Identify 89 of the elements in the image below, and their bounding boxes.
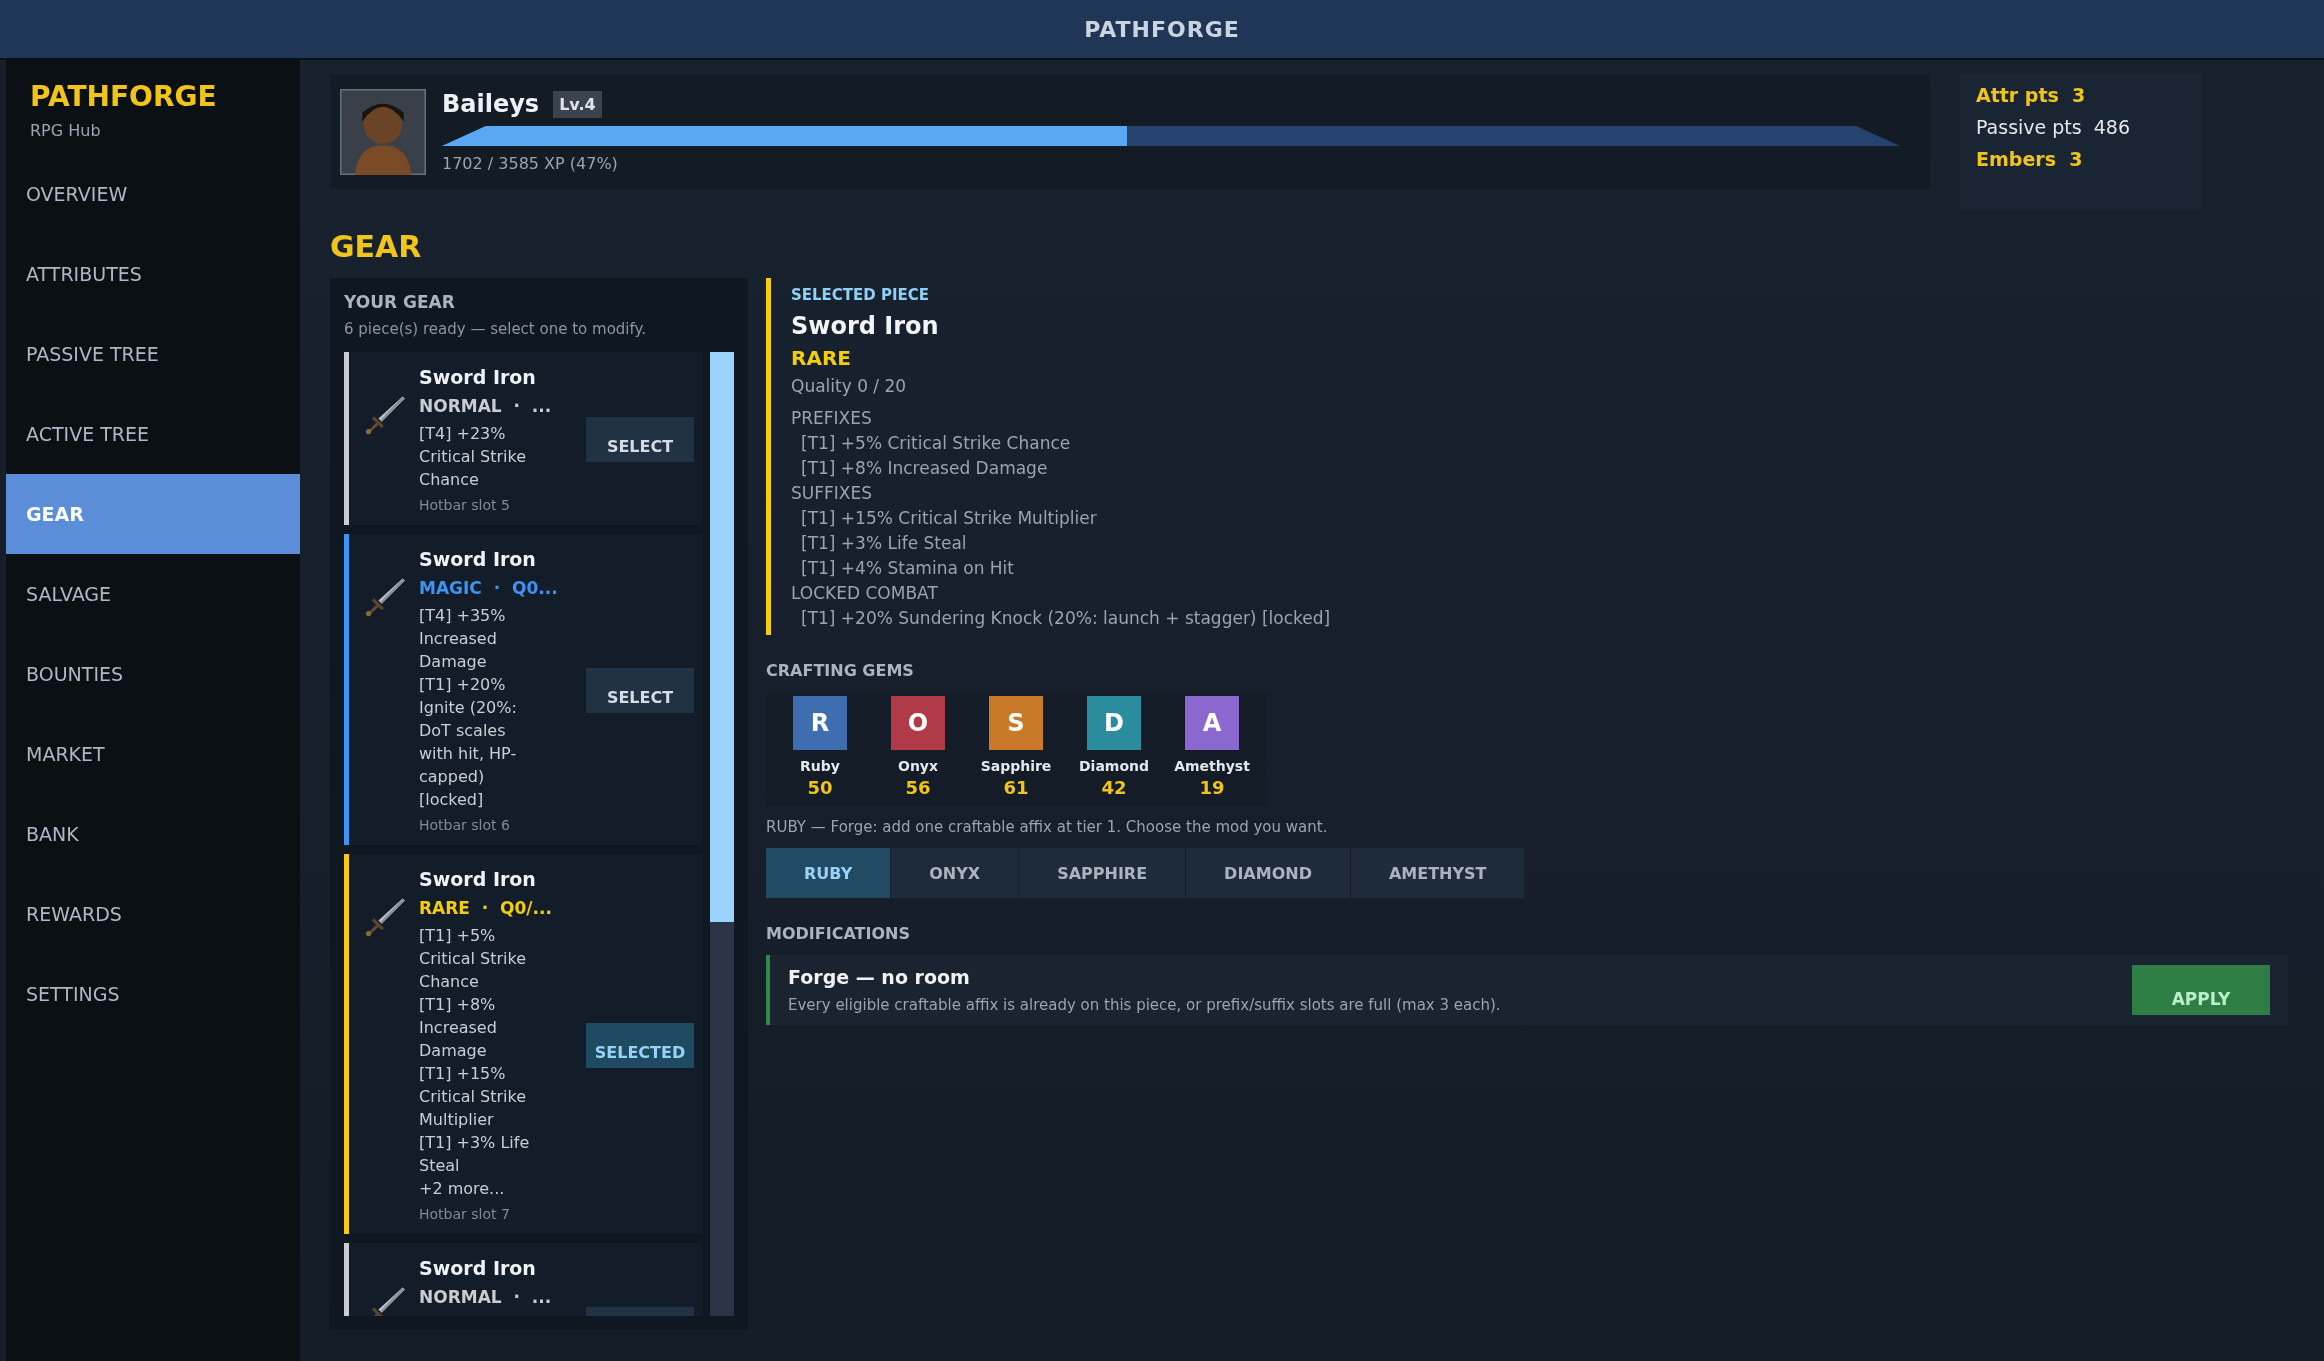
- gear-name: Sword Iron: [419, 366, 537, 388]
- sidebar-item[interactable]: OVERVIEW: [6, 154, 300, 234]
- window-title: PATHFORGE: [1084, 16, 1240, 42]
- xp-text: 1702 / 3585 XP (47%): [442, 154, 619, 173]
- gem-tab[interactable]: RUBY: [766, 848, 891, 898]
- gem-tab[interactable]: DIAMOND: [1186, 848, 1350, 898]
- modification-name: Forge — no room: [788, 966, 971, 988]
- gem-tile: R: [793, 696, 847, 750]
- sidebar-item[interactable]: ACTIVE TREE: [6, 394, 300, 474]
- stat-text: Attr pts 3: [1976, 84, 2087, 106]
- piece-rarity: RARE: [791, 346, 852, 370]
- sidebar-item[interactable]: REWARDS: [6, 874, 300, 954]
- gear-mod: +2 more...: [419, 1178, 506, 1200]
- gem-count: 19: [1199, 777, 1225, 798]
- gem-count: 61: [1003, 777, 1029, 798]
- gear-card[interactable]: Sword Iron RARE · Q0/... [T1] +5% Critical Strike Chance [T1] +8% Increased Damage [T1] +15% Critical Strike Multiplier [T1] +3% Life Steal +2 more... Hotbar slot 7 SELECTED: [344, 854, 702, 1234]
- gear-mod: [T1] +3% Life Steal: [419, 1132, 531, 1177]
- gear-mod: [T1] +5% Critical Strike Chance: [419, 925, 528, 993]
- piece-name: Sword Iron: [791, 312, 940, 340]
- section-caption: SELECTED PIECE: [791, 286, 931, 304]
- gem-tile: A: [1185, 696, 1239, 750]
- sidebar-item[interactable]: SALVAGE: [6, 554, 300, 634]
- sidebar-item[interactable]: PASSIVE TREE: [6, 314, 300, 394]
- scrollbar-thumb[interactable]: [710, 352, 734, 922]
- gear-mod: [T1] +15% Critical Strike Multiplier: [419, 1063, 528, 1131]
- gear-card[interactable]: Sword Iron NORMAL · ... [T4] +23% Critical Strike Chance Hotbar slot 5 SELECT: [344, 352, 702, 525]
- gear-mod: [T1] +20% Ignite (20%: DoT scales with hit, HP-capped) [locked]: [419, 674, 518, 811]
- gem-count: 42: [1101, 777, 1127, 798]
- gem-name: Diamond: [1078, 758, 1150, 774]
- scrollbar[interactable]: [710, 352, 734, 1316]
- select-button[interactable]: SELECT: [586, 417, 694, 462]
- affix-section-title: SUFFIXES: [791, 482, 873, 505]
- piece-quality: Quality 0 / 20: [791, 376, 908, 396]
- gem-tile: S: [989, 696, 1043, 750]
- sidebar-item[interactable]: SETTINGS: [6, 954, 300, 1034]
- gem-tab[interactable]: ONYX: [891, 848, 1019, 898]
- player-name: Baileys: [442, 90, 540, 118]
- gear-mod: [T1] +8% Increased Damage: [419, 994, 498, 1062]
- stat-text: Passive pts 486: [1976, 116, 2132, 138]
- panel-title: YOUR GEAR: [344, 292, 456, 312]
- sidebar-item[interactable]: BOUNTIES: [6, 634, 300, 714]
- page-heading: GEAR: [330, 229, 423, 264]
- affix-section-title: LOCKED COMBAT: [791, 582, 939, 605]
- gear-mod: [T4] +23% Critical Strike Chance: [419, 423, 528, 491]
- select-button[interactable]: SELECT: [586, 668, 694, 713]
- gem-name: Sapphire: [980, 758, 1052, 774]
- gear-mod: [T4] +35% Increased Damage: [419, 605, 507, 673]
- gem-name: Amethyst: [1174, 758, 1250, 774]
- gear-rarity: NORMAL · ...: [419, 1287, 552, 1307]
- gear-name: Sword Iron: [419, 868, 537, 890]
- sidebar-item[interactable]: ATTRIBUTES: [6, 234, 300, 314]
- gem-tile: D: [1087, 696, 1141, 750]
- affix-line: [T1] +4% Stamina on Hit: [800, 557, 1015, 580]
- apply-button[interactable]: APPLY: [2132, 965, 2270, 1015]
- sidebar-item[interactable]: BANK: [6, 794, 300, 874]
- gem-tab[interactable]: SAPPHIRE: [1019, 848, 1186, 898]
- hotbar-slot: Hotbar slot 5: [419, 497, 559, 513]
- gem-tile: O: [891, 696, 945, 750]
- select-button[interactable]: SELECTED: [586, 1022, 694, 1068]
- affix-line: [T1] +20% Sundering Knock (20%: launch + stagger) [locked]: [800, 607, 1332, 630]
- brand-title: PATHFORGE: [29, 80, 218, 113]
- gear-rarity: NORMAL · ...: [419, 396, 552, 416]
- gem-name: Onyx: [898, 758, 938, 774]
- modification-description: Every eligible craftable affix is already on this piece, or prefix/suffix slots are full (max 3 each).: [788, 996, 1502, 1014]
- gem-name: Ruby: [800, 758, 840, 774]
- affix-line: [T1] +8% Increased Damage: [800, 457, 1049, 480]
- affix-line: [T1] +15% Critical Strike Multiplier: [800, 507, 1098, 530]
- panel-subtitle: 6 piece(s) ready — select one to modify.: [344, 320, 648, 338]
- gear-card[interactable]: Sword Iron NORMAL · ...: [344, 1243, 702, 1316]
- hotbar-slot: Hotbar slot 7: [419, 1206, 559, 1222]
- brand-subtitle: RPG Hub: [29, 121, 102, 140]
- level-badge: Lv.4: [553, 90, 602, 118]
- gem-description: RUBY — Forge: add one craftable affix at tier 1. Choose the mod you want.: [766, 818, 1329, 836]
- section-title: CRAFTING GEMS: [766, 661, 915, 680]
- affix-line: [T1] +3% Life Steal: [800, 532, 968, 555]
- affix-section-title: PREFIXES: [791, 407, 873, 430]
- gear-rarity: MAGIC · Q0...: [419, 578, 558, 598]
- stat-text: Embers 3: [1976, 148, 2084, 170]
- affix-line: [T1] +5% Critical Strike Chance: [800, 432, 1072, 455]
- gear-card[interactable]: Sword Iron MAGIC · Q0... [T4] +35% Increased Damage [T1] +20% Ignite (20%: DoT scales with hit, HP-capped) [locked] Hotbar slot 6 SELECT: [344, 534, 702, 845]
- gear-name: Sword Iron: [419, 1257, 537, 1279]
- gem-tab[interactable]: AMETHYST: [1350, 848, 1525, 898]
- hotbar-slot: Hotbar slot 6: [419, 817, 559, 833]
- section-title: MODIFICATIONS: [766, 924, 911, 943]
- gear-name: Sword Iron: [419, 548, 537, 570]
- gem-count: 50: [807, 777, 833, 798]
- gear-rarity: RARE · Q0/...: [419, 898, 552, 918]
- sidebar-item[interactable]: MARKET: [6, 714, 300, 794]
- gem-count: 56: [905, 777, 931, 798]
